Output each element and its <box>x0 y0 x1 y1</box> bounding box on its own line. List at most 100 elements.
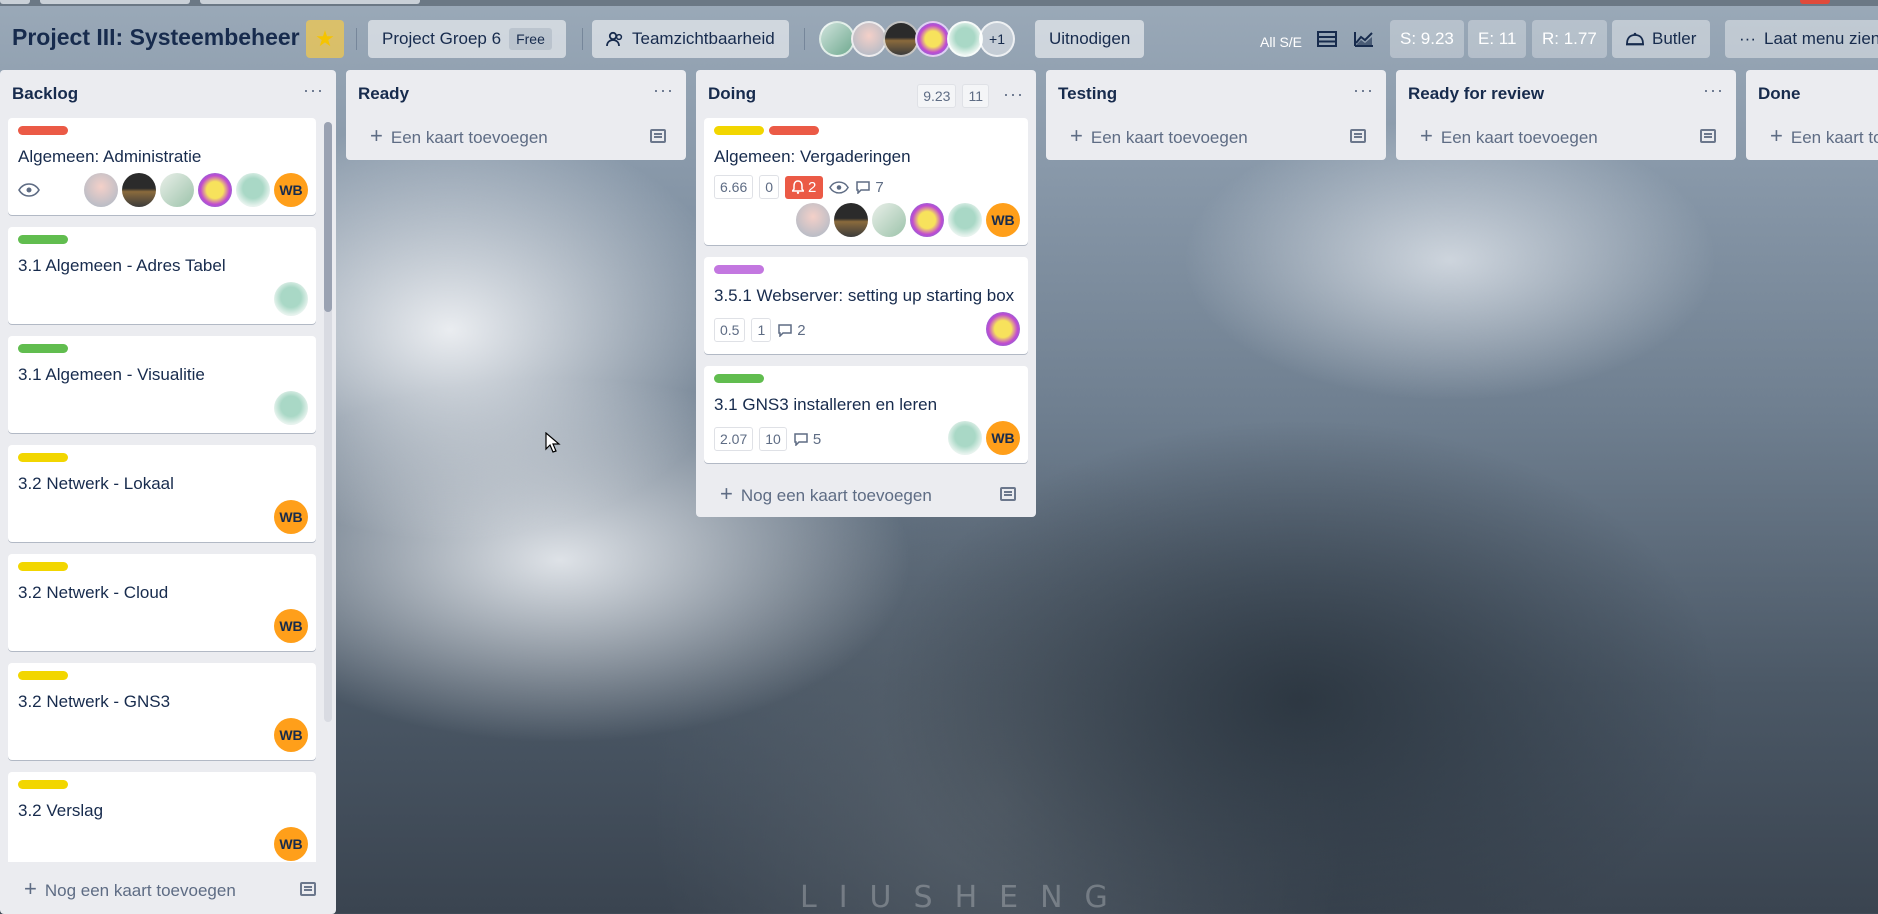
comments-badge: 7 <box>855 179 884 196</box>
member-avatar[interactable] <box>947 21 983 57</box>
card-members <box>986 312 1020 346</box>
invite-button[interactable]: Uitnodigen <box>1035 20 1145 58</box>
card-title: 3.2 Netwerk - Cloud <box>18 583 169 602</box>
list-title[interactable]: Ready for review <box>1408 84 1544 104</box>
list-menu-icon[interactable]: ··· <box>1003 84 1024 105</box>
member-avatar[interactable] <box>910 203 944 237</box>
list-menu-icon[interactable]: ··· <box>1353 80 1374 101</box>
member-avatar[interactable] <box>198 173 232 207</box>
card[interactable]: 3.1 GNS3 installeren en leren 2.07 10 5 … <box>704 366 1028 463</box>
list-menu-icon[interactable]: ··· <box>303 80 324 101</box>
member-avatar-wb[interactable]: WB <box>274 609 308 643</box>
member-avatar[interactable] <box>872 203 906 237</box>
list-title[interactable]: Doing <box>708 84 756 104</box>
card[interactable]: 3.5.1 Webserver: setting up starting box… <box>704 257 1028 354</box>
card[interactable]: 3.2 Verslag WB <box>8 772 316 862</box>
member-avatar[interactable] <box>834 203 868 237</box>
member-avatar[interactable] <box>883 21 919 57</box>
member-avatar[interactable] <box>274 282 308 316</box>
member-avatar[interactable] <box>122 173 156 207</box>
add-another-card-button[interactable]: + Nog een kaart toevoegen <box>696 471 1036 517</box>
card-title: 3.2 Netwerk - Lokaal <box>18 474 174 493</box>
card-label <box>18 671 68 680</box>
chart-icon[interactable] <box>1352 28 1376 50</box>
list-title[interactable]: Done <box>1758 84 1801 104</box>
card-members: WB <box>18 827 308 861</box>
board-members[interactable]: +1 <box>819 18 1015 60</box>
member-avatar-wb[interactable]: WB <box>274 718 308 752</box>
list-title[interactable]: Testing <box>1058 84 1117 104</box>
member-avatar[interactable] <box>948 421 982 455</box>
member-avatar[interactable] <box>274 391 308 425</box>
member-avatar[interactable] <box>948 203 982 237</box>
team-button[interactable]: Project Groep 6 Free <box>368 20 566 58</box>
plus-icon: + <box>720 481 733 506</box>
plus-icon: + <box>24 876 37 901</box>
member-avatar[interactable] <box>796 203 830 237</box>
card-template-icon[interactable] <box>1350 129 1366 143</box>
member-avatar[interactable] <box>851 21 887 57</box>
stat-s-button[interactable]: S: 9.23 <box>1390 20 1464 58</box>
comment-icon <box>794 433 808 446</box>
notification-badge: 2 <box>785 175 824 199</box>
list-title[interactable]: Ready <box>358 84 409 104</box>
card-template-icon[interactable] <box>650 129 666 143</box>
stat-e-button[interactable]: E: 11 <box>1468 20 1527 58</box>
list-header: Done <box>1746 70 1878 118</box>
card-members: WB <box>18 500 308 534</box>
card-template-icon[interactable] <box>1000 487 1016 501</box>
all-se-label[interactable]: All S/E <box>1260 34 1302 50</box>
member-avatar-wb[interactable]: WB <box>274 500 308 534</box>
watch-eye-icon <box>18 183 40 197</box>
member-avatar[interactable] <box>819 21 855 57</box>
card-members <box>18 391 308 425</box>
butler-button[interactable]: Butler <box>1612 20 1711 58</box>
card[interactable]: 3.2 Netwerk - GNS3 WB <box>8 663 316 760</box>
member-avatar[interactable] <box>160 173 194 207</box>
card[interactable]: 3.2 Netwerk - Cloud WB <box>8 554 316 651</box>
more-members-button[interactable]: +1 <box>979 21 1015 57</box>
member-avatar-wb[interactable]: WB <box>274 173 308 207</box>
member-avatar-wb[interactable]: WB <box>274 827 308 861</box>
list-menu-icon[interactable]: ··· <box>1703 80 1724 101</box>
card-label <box>18 126 68 135</box>
list-header: Backlog ··· <box>0 70 336 118</box>
scrollbar-thumb[interactable] <box>324 122 332 312</box>
browser-top-strip <box>0 0 1878 6</box>
show-menu-button[interactable]: ··· Laat menu zien <box>1725 20 1878 58</box>
points-badge: 0.5 <box>714 318 746 342</box>
member-avatar-wb[interactable]: WB <box>986 203 1020 237</box>
visibility-button[interactable]: Teamzichtbaarheid <box>592 20 789 58</box>
card-template-icon[interactable] <box>300 882 316 896</box>
member-avatar[interactable] <box>236 173 270 207</box>
card[interactable]: 3.1 Algemeen - Adres Tabel <box>8 227 316 324</box>
add-another-card-button[interactable]: + Nog een kaart toevoegen <box>0 866 336 912</box>
stat-r-button[interactable]: R: 1.77 <box>1532 20 1607 58</box>
card[interactable]: Algemeen: Administratie WB <box>8 118 316 215</box>
list-title[interactable]: Backlog <box>12 84 78 104</box>
header-divider <box>356 28 357 50</box>
card[interactable]: 3.1 Algemeen - Visualitie <box>8 336 316 433</box>
card[interactable]: Algemeen: Vergaderingen 6.66 0 2 7 WB <box>704 118 1028 245</box>
table-icon[interactable] <box>1315 28 1339 50</box>
effort-badge: 1 <box>751 318 772 342</box>
header-divider <box>804 28 805 50</box>
card[interactable]: 3.2 Netwerk - Lokaal WB <box>8 445 316 542</box>
member-avatar-wb[interactable]: WB <box>986 421 1020 455</box>
member-avatar[interactable] <box>84 173 118 207</box>
list-done: Done + Een kaart toevoegen <box>1746 70 1878 160</box>
add-card-button[interactable]: + Een kaart toevoegen <box>1746 112 1878 160</box>
add-card-button[interactable]: + Een kaart toevoegen <box>1046 112 1386 160</box>
board-title[interactable]: Project III: Systeembeheer <box>12 24 300 51</box>
list-menu-icon[interactable]: ··· <box>653 80 674 101</box>
card-template-icon[interactable] <box>1700 129 1716 143</box>
list-scrollbar[interactable] <box>324 122 332 722</box>
add-card-button[interactable]: + Een kaart toevoegen <box>346 112 686 160</box>
comment-icon <box>856 181 871 194</box>
member-avatar[interactable] <box>986 312 1020 346</box>
star-button[interactable]: ★ <box>306 20 344 58</box>
plan-badge: Free <box>509 28 552 50</box>
member-avatar[interactable] <box>915 21 951 57</box>
effort-badge: 10 <box>759 427 787 451</box>
add-card-button[interactable]: + Een kaart toevoegen <box>1396 112 1736 160</box>
